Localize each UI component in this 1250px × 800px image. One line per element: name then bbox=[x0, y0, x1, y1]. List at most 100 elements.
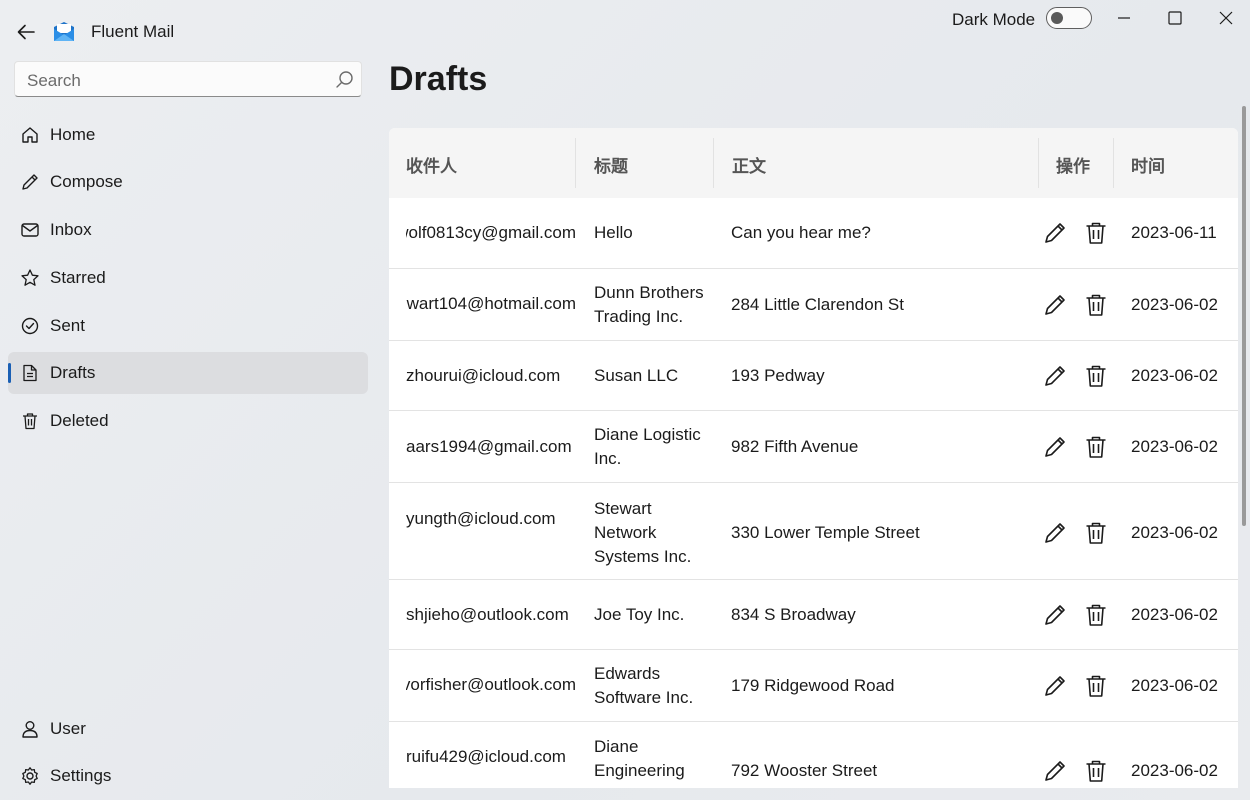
trash-icon bbox=[1086, 522, 1106, 544]
column-separator[interactable] bbox=[1038, 138, 1039, 188]
table-row[interactable]: shjieho@outlook.com Joe Toy Inc. 834 S B… bbox=[389, 580, 1238, 650]
nav-label: Deleted bbox=[50, 411, 109, 430]
nav-label: User bbox=[50, 719, 86, 738]
body-cell: 792 Wooster Street bbox=[731, 761, 878, 780]
nav-item-deleted[interactable]: Deleted bbox=[8, 400, 368, 442]
time-cell: 2023-06-02 bbox=[1131, 437, 1218, 456]
search-input[interactable] bbox=[25, 69, 329, 93]
search-icon[interactable] bbox=[335, 70, 355, 90]
delete-button[interactable] bbox=[1081, 432, 1111, 462]
pencil-icon bbox=[1045, 676, 1065, 696]
delete-button[interactable] bbox=[1081, 600, 1111, 630]
toggle-knob bbox=[1051, 11, 1063, 24]
recipient-cell: stewart104@hotmail.com bbox=[406, 294, 576, 313]
table-row[interactable]: yungth@icloud.com Stewart Network System… bbox=[389, 483, 1238, 580]
nav-item-inbox[interactable]: Inbox bbox=[8, 209, 368, 251]
subject-cell: Joe Toy Inc. bbox=[594, 605, 685, 624]
arrow-left-icon bbox=[17, 24, 35, 40]
time-cell: 2023-06-02 bbox=[1131, 295, 1218, 314]
nav-label: Home bbox=[50, 125, 96, 144]
pencil-icon bbox=[22, 174, 38, 190]
nav-item-user[interactable]: User bbox=[8, 708, 368, 750]
recipient-cell: zhangwolf0813cy@gmail.com bbox=[406, 223, 576, 242]
check-circle-icon bbox=[21, 317, 39, 335]
close-button[interactable] bbox=[1202, 0, 1250, 36]
delete-button[interactable] bbox=[1081, 671, 1111, 701]
nav-item-sent[interactable]: Sent bbox=[8, 305, 368, 347]
nav-label: Settings bbox=[50, 766, 112, 785]
recipient-cell: trevorfisher@outlook.com bbox=[406, 675, 576, 694]
delete-button[interactable] bbox=[1081, 218, 1111, 248]
delete-button[interactable] bbox=[1081, 290, 1111, 320]
table-row[interactable]: stewart104@hotmail.com Dunn Brothers Tra… bbox=[389, 269, 1238, 341]
home-icon bbox=[22, 127, 38, 143]
body-cell: Can you hear me? bbox=[731, 223, 871, 242]
edit-button[interactable] bbox=[1040, 218, 1070, 248]
column-header-actions[interactable]: 操作 bbox=[1056, 152, 1090, 177]
nav-item-drafts[interactable]: Drafts bbox=[8, 352, 368, 394]
trash-icon bbox=[1086, 436, 1106, 458]
pencil-icon bbox=[1045, 605, 1065, 625]
pencil-icon bbox=[1045, 761, 1065, 781]
edit-button[interactable] bbox=[1040, 756, 1070, 786]
time-cell: 2023-06-02 bbox=[1131, 366, 1218, 385]
recipient-cell: yungth@icloud.com bbox=[406, 509, 556, 528]
subject-cell: Diane Logistic Inc. bbox=[594, 425, 701, 468]
delete-button[interactable] bbox=[1081, 361, 1111, 391]
time-cell: 2023-06-02 bbox=[1131, 523, 1218, 542]
column-separator[interactable] bbox=[1113, 138, 1114, 188]
pencil-icon bbox=[1045, 437, 1065, 457]
maximize-button[interactable] bbox=[1151, 0, 1199, 36]
column-header-body[interactable]: 正文 bbox=[732, 152, 766, 177]
delete-button[interactable] bbox=[1081, 756, 1111, 786]
nav-item-compose[interactable]: Compose bbox=[8, 161, 368, 203]
trash-icon bbox=[1086, 294, 1106, 316]
column-separator[interactable] bbox=[713, 138, 714, 188]
edit-button[interactable] bbox=[1040, 361, 1070, 391]
trash-icon bbox=[1086, 675, 1106, 697]
mail-app-icon bbox=[54, 22, 74, 41]
time-cell: 2023-06-11 bbox=[1131, 223, 1217, 242]
column-separator[interactable] bbox=[575, 138, 576, 188]
minimize-icon bbox=[1118, 17, 1130, 19]
trash-icon bbox=[1086, 222, 1106, 244]
trash-icon bbox=[23, 413, 37, 430]
nav-label: Inbox bbox=[50, 220, 92, 239]
selection-indicator bbox=[8, 363, 11, 383]
time-cell: 2023-06-02 bbox=[1131, 761, 1218, 780]
page-title: Drafts bbox=[389, 60, 488, 98]
minimize-button[interactable] bbox=[1100, 0, 1148, 36]
vertical-scrollbar[interactable] bbox=[1242, 106, 1246, 526]
star-icon bbox=[21, 269, 39, 286]
edit-button[interactable] bbox=[1040, 432, 1070, 462]
dark-mode-label: Dark Mode bbox=[952, 10, 1036, 29]
column-header-time[interactable]: 时间 bbox=[1131, 152, 1165, 177]
edit-button[interactable] bbox=[1040, 518, 1070, 548]
table-row[interactable]: trevorfisher@outlook.com Edwards Softwar… bbox=[389, 650, 1238, 722]
subject-cell: Hello bbox=[594, 223, 633, 242]
recipient-cell: shjieho@outlook.com bbox=[406, 605, 569, 624]
body-cell: 330 Lower Temple Street bbox=[731, 523, 920, 542]
close-icon bbox=[1219, 11, 1233, 25]
drafts-table: 收件人 标题 正文 操作 时间 zhangwolf0813cy@gmail.co… bbox=[389, 128, 1238, 788]
delete-button[interactable] bbox=[1081, 518, 1111, 548]
nav-item-home[interactable]: Home bbox=[8, 114, 368, 156]
column-header-subject[interactable]: 标题 bbox=[594, 152, 628, 177]
edit-button[interactable] bbox=[1040, 671, 1070, 701]
column-header-to[interactable]: 收件人 bbox=[406, 152, 457, 177]
table-row[interactable]: zhourui@icloud.com Susan LLC 193 Pedway … bbox=[389, 341, 1238, 411]
recipient-cell: ruifu429@icloud.com bbox=[406, 747, 566, 766]
mail-icon bbox=[21, 223, 39, 237]
edit-button[interactable] bbox=[1040, 600, 1070, 630]
edit-button[interactable] bbox=[1040, 290, 1070, 320]
dark-mode-toggle[interactable] bbox=[1046, 7, 1092, 29]
table-row[interactable]: ruifu429@icloud.com Diane Engineering 79… bbox=[389, 722, 1238, 788]
table-row[interactable]: aars1994@gmail.com Diane Logistic Inc. 9… bbox=[389, 411, 1238, 483]
nav-item-settings[interactable]: Settings bbox=[8, 755, 368, 797]
document-icon bbox=[23, 364, 37, 382]
pencil-icon bbox=[1045, 295, 1065, 315]
trash-icon bbox=[1086, 365, 1106, 387]
table-row[interactable]: zhangwolf0813cy@gmail.com Hello Can you … bbox=[389, 198, 1238, 269]
back-button[interactable] bbox=[12, 18, 40, 46]
nav-item-starred[interactable]: Starred bbox=[8, 257, 368, 299]
